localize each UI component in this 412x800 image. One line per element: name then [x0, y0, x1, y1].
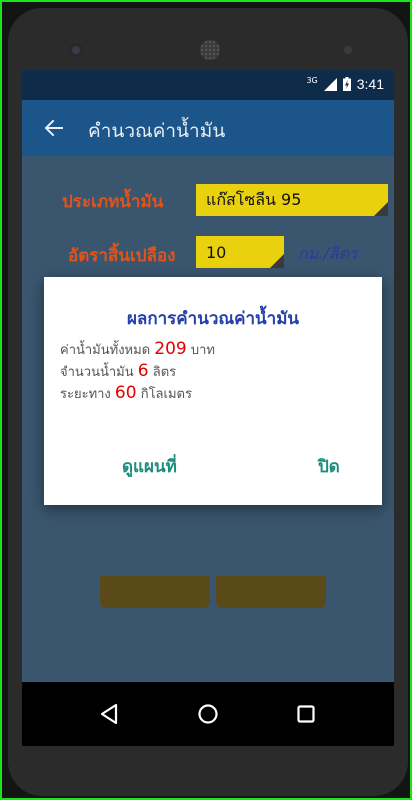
back-triangle-icon[interactable] — [98, 702, 122, 726]
system-nav-bar — [22, 682, 394, 746]
total-cost-unit: บาท — [190, 343, 215, 358]
front-camera — [70, 44, 82, 56]
distance-line: ระยะทาง 60 กิโลเมตร — [60, 383, 192, 404]
home-circle-icon[interactable] — [196, 702, 220, 726]
phone-device: 3G 3:41 คำนวณค่าน้ำมัน ประเภทน้ำมัน แก๊ส… — [8, 8, 408, 796]
distance-unit: กิโลเมตร — [140, 387, 192, 402]
total-cost-line: ค่าน้ำมันทั้งหมด 209 บาท — [60, 339, 215, 360]
proximity-sensor — [344, 46, 352, 54]
liters-line: จำนวนน้ำมัน 6 ลิตร — [60, 361, 176, 382]
liters-value: 6 — [137, 361, 149, 381]
result-dialog: ผลการคำนวณค่าน้ำมัน ค่าน้ำมันทั้งหมด 209… — [44, 277, 382, 505]
clock-time: 3:41 — [356, 76, 384, 92]
phone-screen: 3G 3:41 คำนวณค่าน้ำมัน ประเภทน้ำมัน แก๊ส… — [22, 70, 394, 746]
total-cost-prefix: ค่าน้ำมันทั้งหมด — [60, 343, 151, 358]
liters-prefix: จำนวนน้ำมัน — [60, 365, 134, 380]
total-cost-value: 209 — [154, 339, 187, 359]
distance-value: 60 — [114, 383, 137, 403]
recents-square-icon[interactable] — [294, 702, 318, 726]
dialog-title: ผลการคำนวณค่าน้ำมัน — [126, 309, 300, 329]
signal-icon — [323, 77, 337, 91]
status-icons: 3G 3:41 — [306, 75, 384, 93]
earpiece-speaker — [200, 40, 220, 60]
battery-charging-icon — [342, 77, 351, 91]
distance-prefix: ระยะทาง — [60, 387, 111, 402]
liters-unit: ลิตร — [152, 365, 177, 380]
view-map-button[interactable]: ดูแผนที่ — [122, 453, 177, 480]
close-button[interactable]: ปิด — [318, 453, 340, 480]
status-bar: 3G 3:41 — [22, 70, 394, 100]
screenshot-frame: 3G 3:41 คำนวณค่าน้ำมัน ประเภทน้ำมัน แก๊ส… — [0, 0, 412, 800]
network-type-label: 3G — [306, 75, 318, 85]
